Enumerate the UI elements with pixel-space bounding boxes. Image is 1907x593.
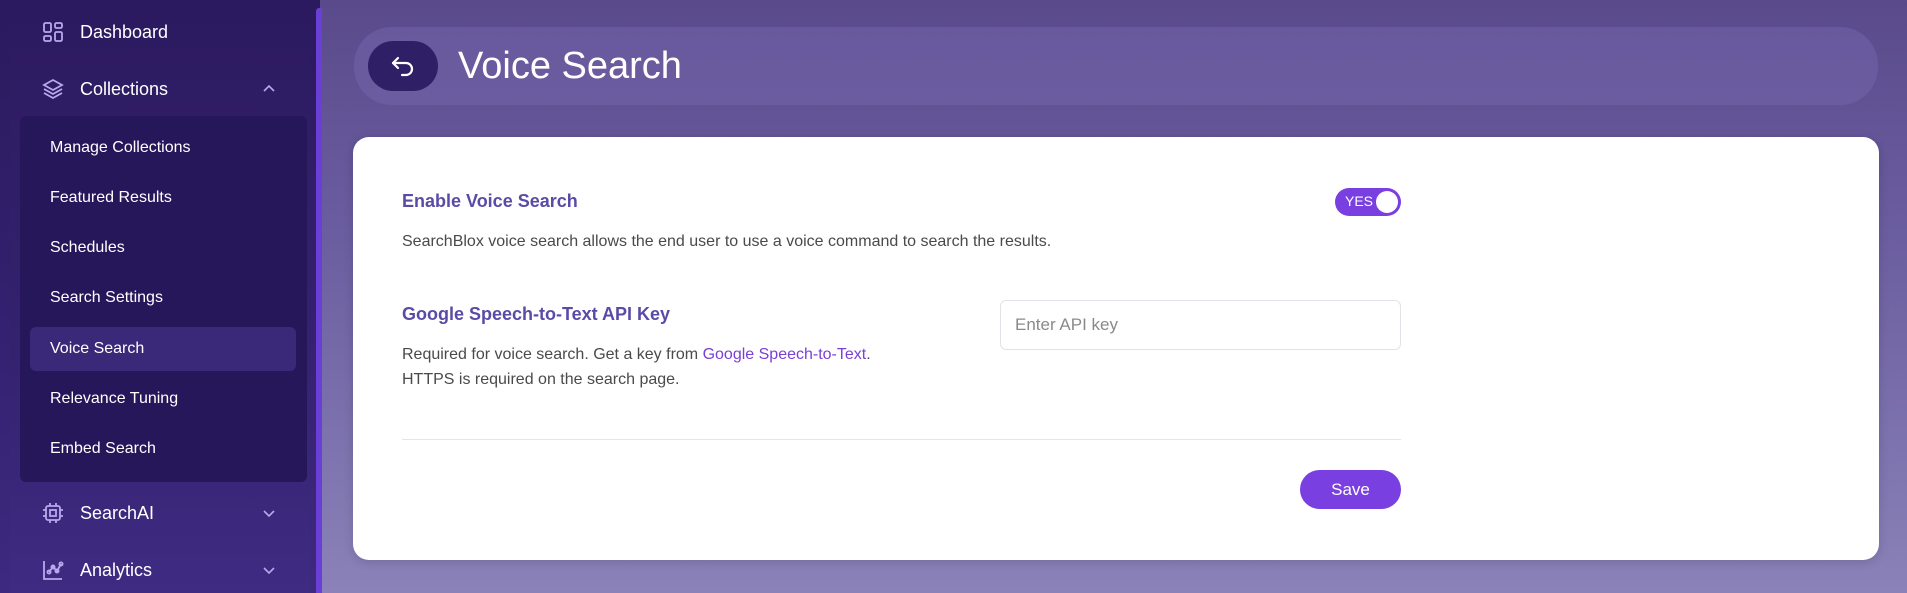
collections-submenu: Manage Collections Featured Results Sche…	[20, 116, 307, 482]
api-key-desc-text: Required for voice search. Get a key fro…	[402, 346, 703, 363]
sidebar-item-label: Collections	[80, 78, 169, 99]
sidebar-item-label: Manage Collections	[50, 139, 191, 156]
toggle-text: YES	[1345, 193, 1374, 209]
sidebar-item-label: Embed Search	[50, 440, 156, 457]
back-button[interactable]	[368, 41, 438, 91]
google-speech-link[interactable]: Google Speech-to-Text	[703, 346, 867, 363]
page-header: Voice Search	[354, 27, 1878, 105]
api-key-label: Google Speech-to-Text API Key	[402, 304, 671, 324]
api-key-desc-suffix: .	[866, 346, 871, 363]
enable-voice-search-description: SearchBlox voice search allows the end u…	[402, 233, 1052, 250]
sidebar-item-label: Analytics	[80, 559, 153, 580]
sidebar-item-schedules[interactable]: Schedules	[30, 226, 296, 270]
https-requirement-text: HTTPS is required on the search page.	[402, 371, 680, 388]
sidebar-item-label: Search Settings	[50, 289, 163, 306]
back-arrow-icon	[391, 56, 414, 77]
layers-icon	[40, 76, 66, 102]
sidebar-item-embed-search[interactable]: Embed Search	[30, 427, 296, 471]
dashboard-icon	[40, 19, 66, 45]
chip-icon	[40, 500, 66, 526]
sidebar-scrollbar[interactable]	[316, 8, 322, 593]
enable-voice-search-toggle[interactable]: YES	[1335, 188, 1401, 216]
page-title: Voice Search	[458, 44, 682, 87]
sidebar-item-voice-search[interactable]: Voice Search	[30, 327, 296, 371]
chevron-down-icon[interactable]	[262, 506, 276, 520]
save-button[interactable]: Save	[1300, 470, 1401, 509]
sidebar-item-manage-collections[interactable]: Manage Collections	[30, 126, 296, 170]
chevron-up-icon[interactable]	[262, 82, 276, 96]
sidebar-item-label: Relevance Tuning	[50, 390, 179, 407]
sidebar-item-relevance-tuning[interactable]: Relevance Tuning	[30, 377, 296, 421]
sidebar-item-label: Schedules	[50, 239, 125, 256]
chevron-down-icon[interactable]	[262, 563, 276, 577]
sidebar-item-analytics[interactable]: Analytics	[20, 546, 300, 593]
sidebar-item-search-settings[interactable]: Search Settings	[30, 276, 296, 320]
sidebar: Dashboard Collections Manage Collections…	[0, 0, 322, 593]
settings-card: Enable Voice Search YES SearchBlox voice…	[353, 137, 1879, 560]
sidebar-item-searchai[interactable]: SearchAI	[20, 489, 300, 537]
enable-voice-search-label: Enable Voice Search	[402, 191, 578, 211]
sidebar-item-featured-results[interactable]: Featured Results	[30, 176, 296, 220]
api-key-description: Required for voice search. Get a key fro…	[402, 342, 962, 392]
sidebar-item-label: Featured Results	[50, 189, 172, 206]
sidebar-item-dashboard[interactable]: Dashboard	[20, 8, 300, 56]
analytics-icon	[40, 557, 66, 583]
sidebar-item-label: Voice Search	[50, 340, 145, 357]
api-key-input[interactable]	[1000, 300, 1401, 350]
sidebar-item-label: SearchAI	[80, 502, 155, 523]
toggle-knob	[1376, 191, 1398, 213]
sidebar-item-collections[interactable]: Collections	[20, 65, 300, 113]
sidebar-item-label: Dashboard	[80, 21, 169, 42]
divider	[402, 439, 1401, 440]
